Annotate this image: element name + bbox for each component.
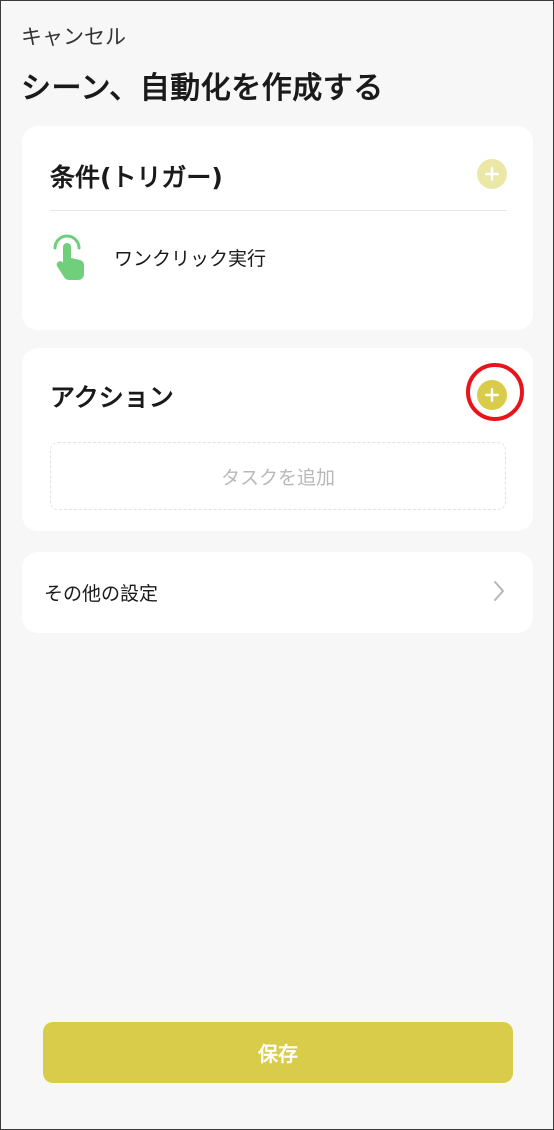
save-button[interactable]: 保存	[43, 1022, 513, 1083]
action-heading: アクション	[50, 383, 174, 412]
action-card: アクション タスクを追加	[22, 348, 533, 531]
add-task-box[interactable]: タスクを追加	[50, 442, 506, 510]
trigger-card: 条件(トリガー) ワンクリック実行	[22, 126, 533, 330]
other-settings-row[interactable]: その他の設定	[22, 552, 533, 633]
trigger-item-one-click[interactable]: ワンクリック実行	[50, 234, 510, 280]
cancel-button[interactable]: キャンセル	[21, 21, 126, 51]
screen: キャンセル シーン、自動化を作成する 条件(トリガー) ワンクリック実行 アクシ…	[0, 0, 554, 1130]
add-trigger-button[interactable]	[477, 159, 507, 189]
add-action-button[interactable]	[477, 380, 507, 410]
page-title: シーン、自動化を作成する	[21, 71, 384, 106]
add-task-label: タスクを追加	[220, 466, 335, 489]
trigger-heading: 条件(トリガー)	[50, 163, 223, 192]
tap-hand-icon	[53, 234, 85, 280]
plus-circle-icon	[477, 159, 507, 189]
divider	[50, 210, 507, 211]
save-label: 保存	[258, 1042, 298, 1066]
other-settings-label: その他の設定	[44, 583, 159, 605]
chevron-right-icon	[494, 581, 504, 601]
plus-circle-icon	[477, 380, 507, 410]
trigger-item-label: ワンクリック実行	[114, 248, 267, 270]
